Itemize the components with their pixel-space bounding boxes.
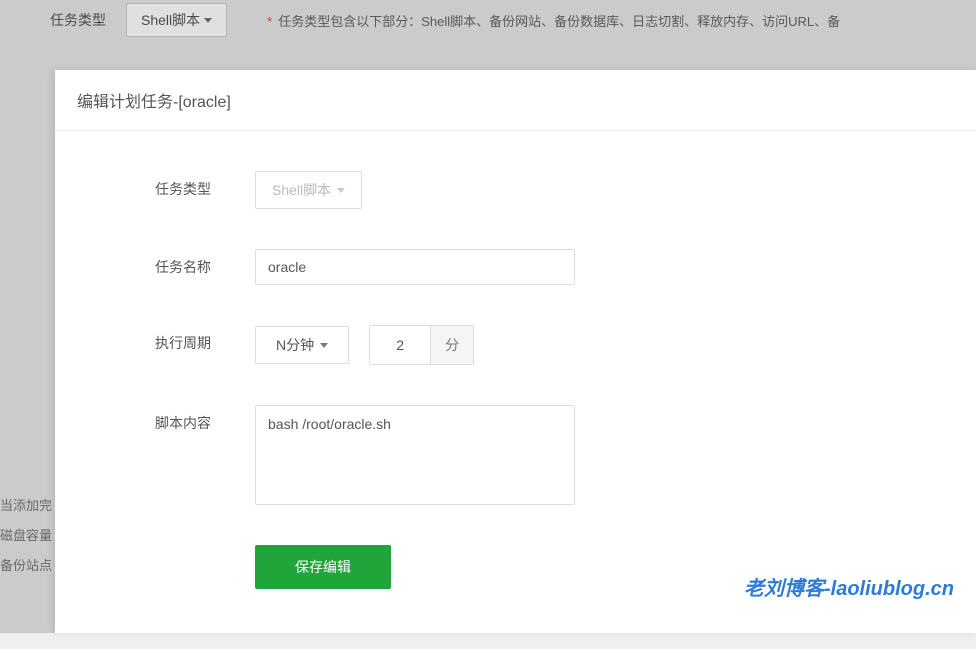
task-type-value: Shell脚本	[272, 180, 331, 200]
task-type-label: 任务类型	[155, 171, 255, 199]
period-dropdown[interactable]: N分钟	[255, 326, 349, 364]
task-name-input[interactable]	[255, 249, 575, 285]
save-button[interactable]: 保存编辑	[255, 545, 391, 589]
period-number-group: 分	[369, 325, 474, 365]
period-unit: 分	[430, 326, 473, 364]
task-type-row: 任务类型 Shell脚本	[155, 171, 956, 209]
script-row: 脚本内容	[155, 405, 956, 505]
save-row: 保存编辑	[155, 545, 956, 589]
period-label: 执行周期	[155, 325, 255, 353]
script-textarea[interactable]	[255, 405, 575, 505]
period-row: 执行周期 N分钟 分	[155, 325, 956, 365]
period-value: N分钟	[276, 335, 314, 355]
modal-title: 编辑计划任务-[oracle]	[77, 88, 954, 112]
task-name-label: 任务名称	[155, 249, 255, 277]
caret-down-icon	[320, 343, 328, 348]
period-number-input[interactable]	[370, 326, 430, 364]
script-label: 脚本内容	[155, 405, 255, 433]
task-name-row: 任务名称	[155, 249, 956, 285]
edit-task-modal: 编辑计划任务-[oracle] 任务类型 Shell脚本 任务名称 执行周期 N…	[55, 70, 976, 633]
caret-down-icon	[337, 188, 345, 193]
task-type-dropdown: Shell脚本	[255, 171, 362, 209]
modal-header: 编辑计划任务-[oracle]	[55, 70, 976, 131]
